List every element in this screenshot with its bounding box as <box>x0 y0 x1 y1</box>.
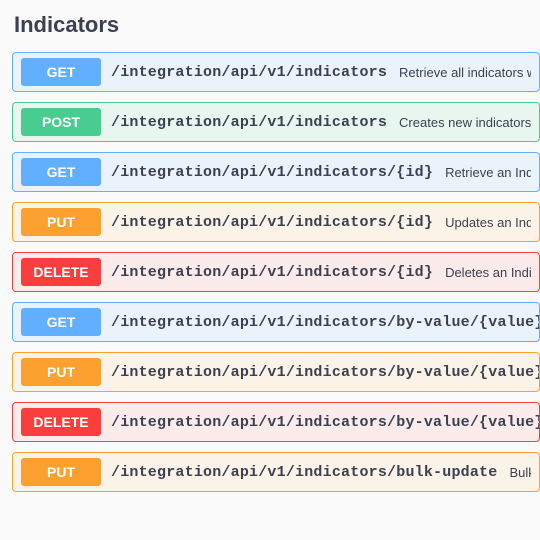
endpoint-path: /integration/api/v1/indicators/by-value/… <box>111 314 540 331</box>
endpoint-description: Deletes an Indicator by id <box>445 265 531 280</box>
endpoint-path: /integration/api/v1/indicators/by-value/… <box>111 364 540 381</box>
method-badge-get: GET <box>21 58 101 86</box>
endpoint-path: /integration/api/v1/indicators/{id} <box>111 214 433 231</box>
endpoint-row[interactable]: DELETE/integration/api/v1/indicators/by-… <box>12 402 540 442</box>
endpoint-row[interactable]: PUT/integration/api/v1/indicators/by-val… <box>12 352 540 392</box>
method-badge-get: GET <box>21 308 101 336</box>
endpoint-description: Updates an Indicator by id <box>445 215 531 230</box>
section-title: Indicators <box>12 12 540 38</box>
method-badge-delete: DELETE <box>21 408 101 436</box>
endpoint-row[interactable]: PUT/integration/api/v1/indicators/bulk-u… <box>12 452 540 492</box>
endpoint-row[interactable]: GET/integration/api/v1/indicators/by-val… <box>12 302 540 342</box>
endpoint-row[interactable]: GET/integration/api/v1/indicators Retriev… <box>12 52 540 92</box>
method-badge-post: POST <box>21 108 101 136</box>
endpoint-row[interactable]: DELETE/integration/api/v1/indicators/{id… <box>12 252 540 292</box>
method-badge-delete: DELETE <box>21 258 101 286</box>
endpoint-description: Bulk update indicators <box>509 465 531 480</box>
endpoint-path: /integration/api/v1/indicators <box>111 114 387 131</box>
method-badge-put: PUT <box>21 458 101 486</box>
endpoint-row[interactable]: POST/integration/api/v1/indicators Create… <box>12 102 540 142</box>
method-badge-get: GET <box>21 158 101 186</box>
endpoint-description: Retrieve an Indicator by id <box>445 165 531 180</box>
endpoint-path: /integration/api/v1/indicators/{id} <box>111 264 433 281</box>
endpoint-description: Creates new indicators and returns them <box>399 115 531 130</box>
endpoint-path: /integration/api/v1/indicators/{id} <box>111 164 433 181</box>
endpoint-path: /integration/api/v1/indicators <box>111 64 387 81</box>
endpoint-list: GET/integration/api/v1/indicators Retriev… <box>12 52 540 492</box>
method-badge-put: PUT <box>21 208 101 236</box>
method-badge-put: PUT <box>21 358 101 386</box>
endpoint-row[interactable]: GET/integration/api/v1/indicators/{id} Re… <box>12 152 540 192</box>
endpoint-description: Retrieve all indicators with optional fi… <box>399 65 531 80</box>
endpoint-path: /integration/api/v1/indicators/by-value/… <box>111 414 540 431</box>
endpoint-path: /integration/api/v1/indicators/bulk-upda… <box>111 464 497 481</box>
endpoint-row[interactable]: PUT/integration/api/v1/indicators/{id} Up… <box>12 202 540 242</box>
